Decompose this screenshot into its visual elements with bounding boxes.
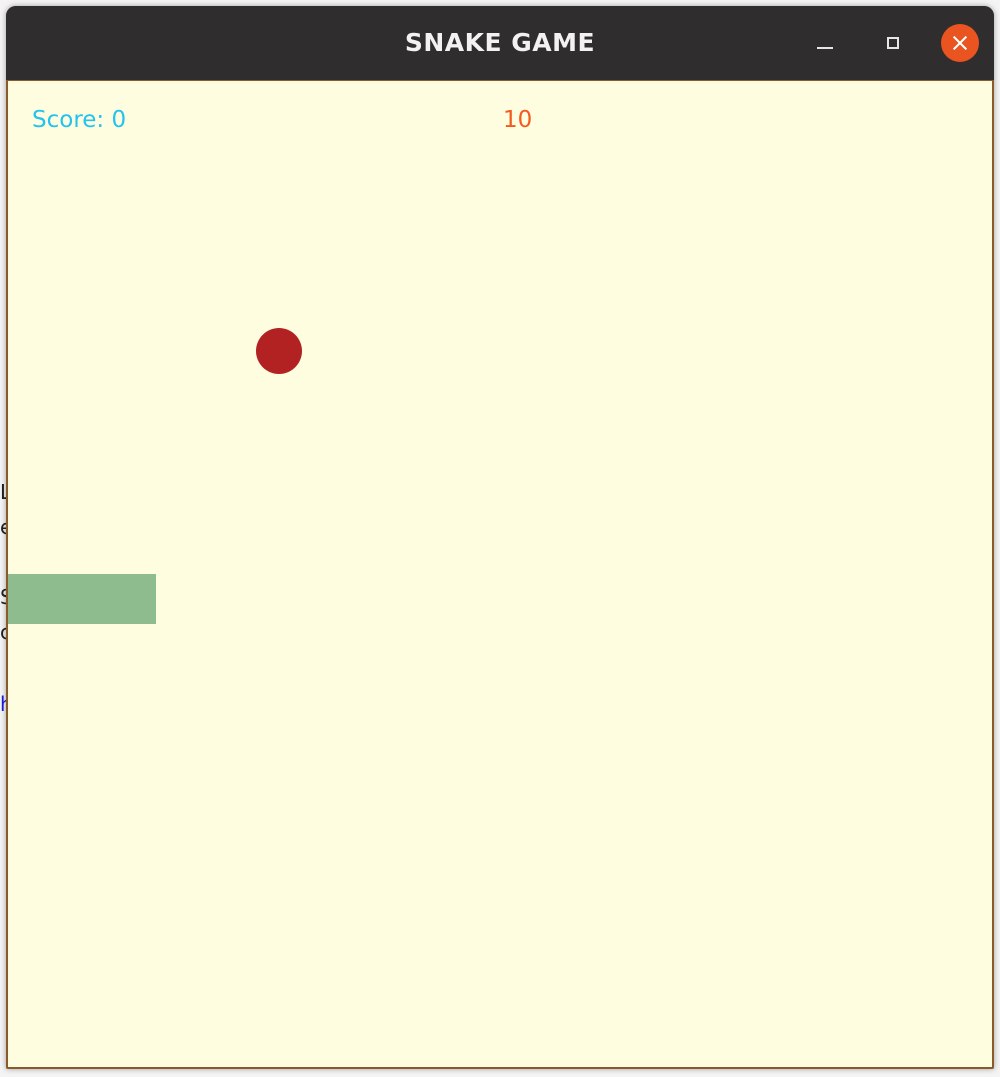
countdown-label: 10 <box>503 107 533 133</box>
close-button[interactable] <box>941 24 979 62</box>
window-title: SNAKE GAME <box>404 28 596 57</box>
maximize-button[interactable] <box>874 24 912 62</box>
maximize-icon <box>887 37 899 49</box>
snake-segment <box>56 574 106 624</box>
minimize-button[interactable] <box>806 24 844 62</box>
snake-segment <box>8 574 56 624</box>
food-dot <box>256 328 302 374</box>
close-icon <box>951 34 969 52</box>
game-window: SNAKE GAME Score: 0 10 <box>6 6 994 1069</box>
score-label: Score: 0 <box>32 107 127 133</box>
minimize-icon <box>817 47 833 49</box>
game-board[interactable]: Score: 0 10 <box>6 80 994 1069</box>
snake-head <box>106 574 156 624</box>
title-bar[interactable]: SNAKE GAME <box>6 6 994 80</box>
